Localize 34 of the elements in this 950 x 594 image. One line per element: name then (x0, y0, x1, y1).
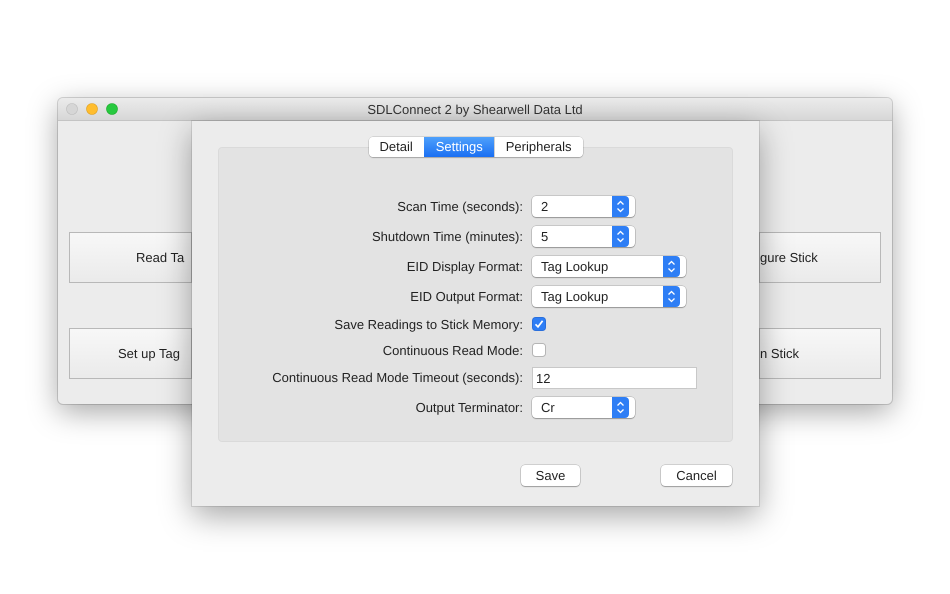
setting-label: Output Terminator: (416, 398, 523, 417)
tab[interactable]: Detail (368, 137, 424, 157)
dropdown[interactable]: 2 (532, 196, 635, 216)
save-button[interactable]: Save (521, 465, 580, 486)
stepper-icon (612, 226, 629, 246)
setting-label: Save Readings to Stick Memory: (334, 316, 523, 334)
tab[interactable]: Settings (424, 137, 494, 157)
stepper-icon (663, 286, 680, 306)
dropdown[interactable]: Tag Lookup (532, 256, 686, 276)
stepper-icon (663, 256, 680, 276)
window-title: SDLConnect 2 by Shearwell Data Ltd (367, 102, 583, 116)
dropdown[interactable]: 5 (532, 226, 635, 246)
setting-label: Continuous Read Mode: (382, 342, 523, 360)
checkbox[interactable] (532, 317, 546, 331)
stepper-icon (612, 396, 629, 418)
input-field[interactable]: 12 (532, 366, 697, 388)
minimize-icon[interactable] (86, 103, 98, 115)
action-button[interactable]: Read Ta (69, 232, 192, 283)
action-button[interactable]: n Stick (759, 328, 881, 379)
setting-label: Scan Time (seconds): (397, 198, 523, 216)
setting-label: Continuous Read Mode Timeout (seconds): (272, 369, 523, 387)
close-icon[interactable] (66, 103, 78, 115)
stepper-icon (612, 196, 629, 216)
tab[interactable]: Peripherals (494, 137, 582, 157)
action-button[interactable]: Set up Tag (69, 328, 192, 379)
cancel-button[interactable]: Cancel (661, 465, 732, 486)
dropdown[interactable]: Tag Lookup (532, 286, 686, 306)
action-button[interactable]: gure Stick (759, 232, 881, 283)
checkbox[interactable] (532, 343, 546, 357)
dropdown[interactable]: Cr (532, 396, 635, 418)
setting-label: Shutdown Time (minutes): (372, 228, 523, 246)
setting-label: EID Display Format: (406, 258, 523, 276)
setting-label: EID Output Format: (410, 288, 523, 306)
zoom-icon[interactable] (106, 103, 118, 115)
